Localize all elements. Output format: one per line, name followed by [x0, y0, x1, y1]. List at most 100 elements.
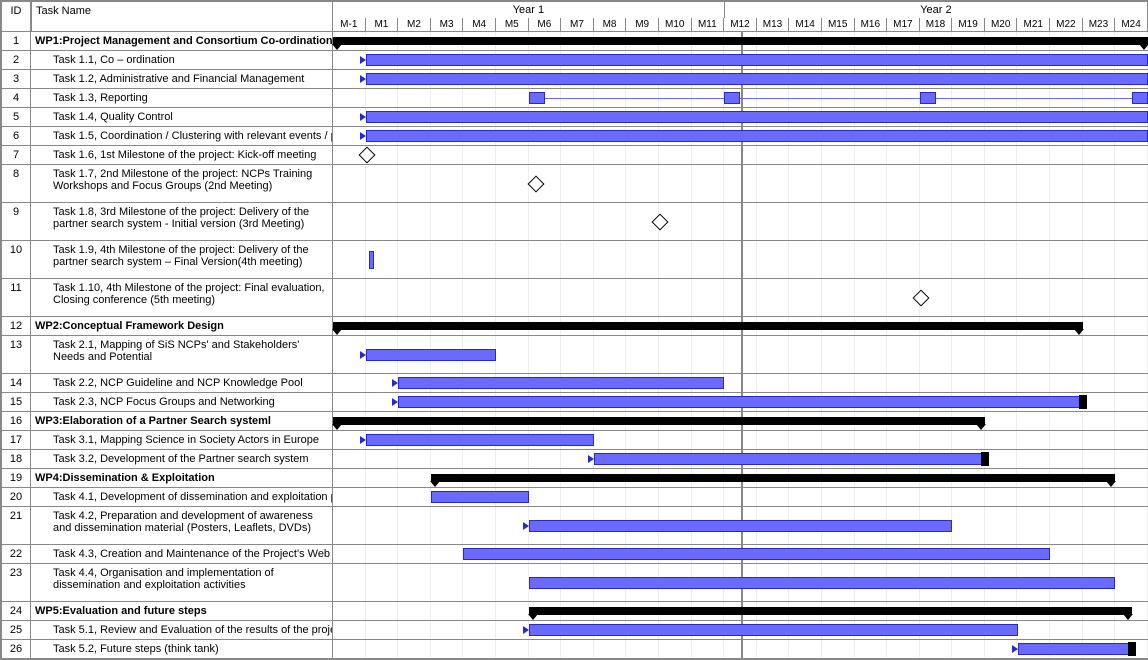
- summary-row: 1WP1:Project Management and Consortium C…: [1, 32, 1148, 51]
- row-id: 9: [1, 203, 31, 241]
- gantt-lane: [333, 431, 1148, 450]
- task-bar[interactable]: [529, 624, 1018, 636]
- gantt-lane: [333, 279, 1148, 317]
- gantt-lane: [333, 317, 1148, 336]
- summary-row: 16WP3:Elaboration of a Partner Search sy…: [1, 412, 1148, 431]
- header-row: ID Task Name Year 1Year 2 M-1M1M2M3M4M5M…: [1, 1, 1148, 32]
- task-bar[interactable]: [366, 434, 594, 446]
- task-row: 8Task 1.7, 2nd Milestone of the project:…: [1, 165, 1148, 203]
- month-header: M19: [952, 18, 985, 31]
- row-id: 5: [1, 108, 31, 127]
- task-row: 4Task 1.3, Reporting: [1, 89, 1148, 108]
- task-bar[interactable]: [366, 54, 1148, 66]
- task-row: 26Task 5.2, Future steps (think tank): [1, 640, 1148, 659]
- milestone-marker[interactable]: [912, 289, 929, 306]
- task-name: Task 4.2, Preparation and development of…: [31, 507, 333, 545]
- task-name: Task 1.3, Reporting: [31, 89, 333, 108]
- summary-bar: [529, 607, 1132, 615]
- task-name: Task 1.4, Quality Control: [31, 108, 333, 127]
- month-header: M22: [1050, 18, 1083, 31]
- row-id: 4: [1, 89, 31, 108]
- task-row: 9Task 1.8, 3rd Milestone of the project:…: [1, 203, 1148, 241]
- month-header: M20: [985, 18, 1018, 31]
- row-id: 7: [1, 146, 31, 165]
- task-bar[interactable]: [431, 491, 529, 503]
- task-bar[interactable]: [529, 577, 1116, 589]
- row-id: 11: [1, 279, 31, 317]
- task-name: Task 1.1, Co – ordination: [31, 51, 333, 70]
- task-row: 18Task 3.2, Development of the Partner s…: [1, 450, 1148, 469]
- timeline-header: Year 1Year 2 M-1M1M2M3M4M5M6M7M8M9M10M11…: [333, 1, 1148, 32]
- task-bar[interactable]: [398, 377, 724, 389]
- row-id: 14: [1, 374, 31, 393]
- milestone-marker[interactable]: [358, 147, 375, 164]
- task-row: 7Task 1.6, 1st Milestone of the project:…: [1, 146, 1148, 165]
- task-bar[interactable]: [398, 396, 1083, 408]
- month-header: M8: [594, 18, 627, 31]
- gantt-lane: [333, 165, 1148, 203]
- row-id: 8: [1, 165, 31, 203]
- row-id: 17: [1, 431, 31, 450]
- task-bar[interactable]: [529, 520, 953, 532]
- milestone-tick[interactable]: [369, 251, 374, 269]
- month-header: M2: [398, 18, 431, 31]
- milestone-marker[interactable]: [528, 175, 545, 192]
- gantt-lane: [333, 545, 1148, 564]
- month-header: M15: [822, 18, 855, 31]
- gantt-lane: [333, 393, 1148, 412]
- row-id: 19: [1, 469, 31, 488]
- task-name: Task 4.3, Creation and Maintenance of th…: [31, 545, 333, 564]
- gantt-lane: [333, 108, 1148, 127]
- task-bar[interactable]: [1018, 643, 1132, 655]
- task-row: 13Task 2.1, Mapping of SiS NCPs' and Sta…: [1, 336, 1148, 374]
- month-header: M-1: [333, 18, 366, 31]
- gantt-lane: [333, 127, 1148, 146]
- task-name: Task 1.10, 4th Milestone of the project:…: [31, 279, 333, 317]
- task-bar[interactable]: [594, 453, 985, 465]
- month-header: M3: [431, 18, 464, 31]
- end-cap: [1079, 395, 1087, 409]
- month-header: M16: [855, 18, 888, 31]
- milestone-marker[interactable]: [652, 213, 669, 230]
- task-name: Task 5.1, Review and Evaluation of the r…: [31, 621, 333, 640]
- gantt-lane: [333, 640, 1148, 659]
- month-header: M1: [366, 18, 399, 31]
- gantt-lane: [333, 564, 1148, 602]
- month-header: M12: [724, 18, 757, 31]
- year-header: Year 1: [333, 2, 725, 18]
- gantt-chart: ID Task Name Year 1Year 2 M-1M1M2M3M4M5M…: [0, 0, 1148, 660]
- task-row: 22Task 4.3, Creation and Maintenance of …: [1, 545, 1148, 564]
- task-bar[interactable]: [724, 92, 740, 104]
- task-name: Task 3.1, Mapping Science in Society Act…: [31, 431, 333, 450]
- month-header: M4: [463, 18, 496, 31]
- row-id: 24: [1, 602, 31, 621]
- gantt-lane: [333, 89, 1148, 108]
- gantt-lane: [333, 51, 1148, 70]
- task-bar[interactable]: [366, 73, 1148, 85]
- task-name: WP1:Project Management and Consortium Co…: [31, 32, 333, 51]
- task-bar[interactable]: [1132, 92, 1148, 104]
- month-header: M23: [1083, 18, 1116, 31]
- task-row: 17Task 3.1, Mapping Science in Society A…: [1, 431, 1148, 450]
- task-row: 3Task 1.2, Administrative and Financial …: [1, 70, 1148, 89]
- task-bar[interactable]: [366, 349, 496, 361]
- gantt-lane: [333, 32, 1148, 51]
- month-header: M9: [626, 18, 659, 31]
- task-bar[interactable]: [366, 111, 1148, 123]
- task-bar[interactable]: [529, 92, 545, 104]
- month-header: M18: [920, 18, 953, 31]
- row-id: 6: [1, 127, 31, 146]
- gantt-lane: [333, 203, 1148, 241]
- task-bar[interactable]: [463, 548, 1050, 560]
- gantt-lane: [333, 507, 1148, 545]
- row-id: 13: [1, 336, 31, 374]
- gantt-lane: [333, 602, 1148, 621]
- task-bar[interactable]: [366, 130, 1148, 142]
- task-name: Task 1.7, 2nd Milestone of the project: …: [31, 165, 333, 203]
- month-header: M17: [887, 18, 920, 31]
- task-bar[interactable]: [920, 92, 936, 104]
- task-name: WP3:Elaboration of a Partner Search syst…: [31, 412, 333, 431]
- task-name: WP2:Conceptual Framework Design: [31, 317, 333, 336]
- task-name: Task 3.2, Development of the Partner sea…: [31, 450, 333, 469]
- row-id: 10: [1, 241, 31, 279]
